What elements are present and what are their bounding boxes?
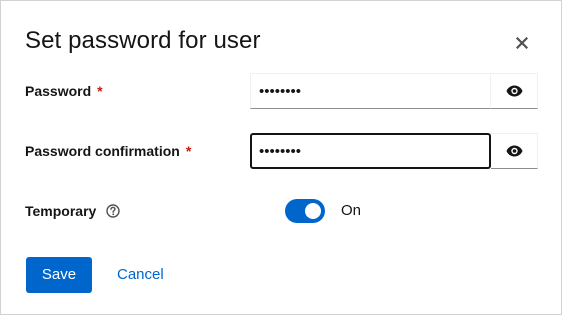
password-required-mark: *	[97, 83, 103, 99]
password-label: Password	[25, 83, 92, 99]
eye-icon	[506, 85, 522, 97]
temporary-toggle-switch[interactable]	[285, 199, 325, 223]
toggle-knob	[305, 203, 321, 219]
password-confirmation-label-group: Password confirmation *	[25, 141, 191, 161]
modal-title: Set password for user	[25, 27, 261, 54]
password-confirmation-visibility-toggle[interactable]	[491, 133, 538, 169]
save-button[interactable]: Save	[26, 257, 92, 293]
password-input-group	[250, 73, 538, 109]
temporary-toggle-state: On	[341, 202, 362, 219]
password-confirmation-input-group	[250, 133, 538, 169]
eye-icon	[506, 145, 522, 157]
cancel-button[interactable]: Cancel	[105, 257, 176, 293]
password-input[interactable]	[250, 73, 491, 109]
password-confirmation-label: Password confirmation	[25, 143, 180, 159]
close-button[interactable]	[508, 29, 536, 57]
password-visibility-toggle[interactable]	[491, 73, 538, 109]
help-circle-icon[interactable]	[106, 204, 120, 218]
temporary-label: Temporary	[25, 203, 97, 219]
password-label-group: Password *	[25, 81, 103, 101]
password-confirmation-required-mark: *	[185, 143, 192, 159]
temporary-label-group: Temporary	[25, 201, 120, 221]
close-icon	[516, 37, 528, 49]
password-confirmation-input[interactable]	[250, 133, 491, 169]
set-password-modal: Set password for user Password * Password…	[0, 0, 562, 315]
